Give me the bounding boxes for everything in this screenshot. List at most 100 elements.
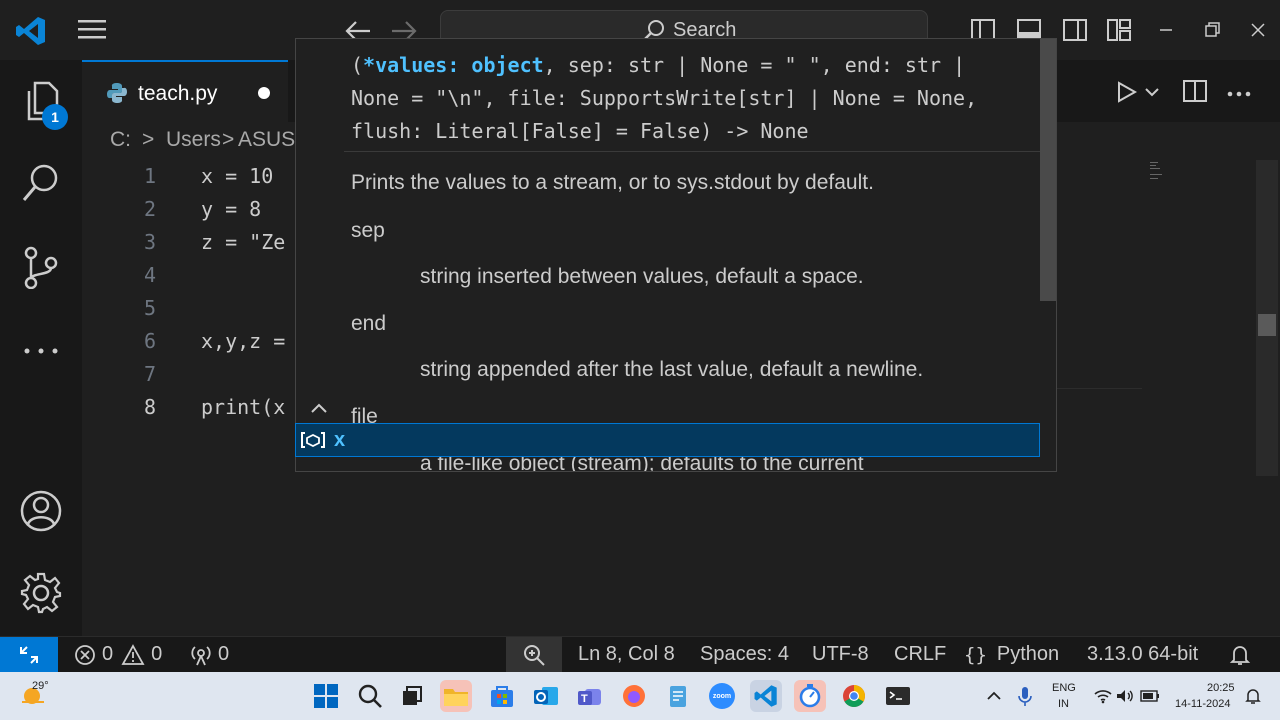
chevron-up-icon[interactable]	[308, 399, 330, 417]
toggle-secondary-sidebar-icon[interactable]	[1062, 18, 1088, 42]
run-python-file-icon[interactable]	[1114, 80, 1138, 104]
doc-description: Prints the values to a stream, or to sys…	[351, 171, 874, 194]
unsaved-dot-icon[interactable]	[258, 87, 270, 99]
line-number: 5	[143, 296, 156, 320]
signature-active-parameter: *values: object	[363, 53, 544, 77]
chrome-icon[interactable]	[838, 680, 870, 712]
line-ending[interactable]: CRLF	[894, 637, 946, 672]
ports-indicator[interactable]: 0	[190, 637, 229, 672]
settings-gear-icon[interactable]	[18, 570, 64, 616]
wifi-icon[interactable]	[1094, 688, 1112, 704]
language-mode[interactable]: {} Python	[964, 637, 1059, 672]
volume-icon[interactable]	[1116, 688, 1134, 704]
file-explorer-icon[interactable]	[440, 680, 472, 712]
more-actions-icon[interactable]	[1226, 86, 1252, 97]
signature-open-paren: (	[351, 53, 364, 77]
restore-icon[interactable]	[1202, 20, 1222, 40]
accounts-icon[interactable]	[18, 488, 64, 534]
vscode-logo-icon	[14, 14, 48, 48]
param-desc-sep: string inserted between values, default …	[420, 265, 864, 288]
breadcrumb-separator: >	[222, 128, 235, 151]
signature-rest: , sep: str | None = " ", end: str |	[543, 53, 966, 77]
vscode-taskbar-icon[interactable]	[750, 680, 782, 712]
split-editor-icon[interactable]	[1182, 78, 1208, 104]
start-windows-icon[interactable]	[310, 680, 342, 712]
battery-icon[interactable]	[1140, 689, 1160, 703]
zoom-indicator[interactable]	[506, 637, 562, 672]
breadcrumb-drive[interactable]: C:	[110, 128, 131, 152]
notifications-bell-icon[interactable]	[1228, 637, 1252, 672]
broadcast-icon	[191, 645, 211, 665]
param-name-end: end	[351, 312, 387, 335]
line-number: 7	[143, 362, 156, 386]
notification-center-icon[interactable]	[1244, 687, 1262, 705]
zoom-in-icon	[524, 644, 545, 666]
run-dropdown-chevron-icon[interactable]	[1144, 84, 1160, 100]
menu-icon[interactable]	[78, 18, 108, 42]
minimize-icon[interactable]	[1156, 22, 1176, 38]
search-view-icon[interactable]	[18, 160, 64, 206]
signature-line-2: None = "\n", file: SupportsWrite[str] | …	[351, 86, 978, 110]
cursor-position[interactable]: Ln 8, Col 8	[578, 637, 675, 672]
input-region: IN	[1058, 698, 1069, 710]
clock-time[interactable]: 20:25	[1207, 682, 1235, 694]
microsoft-store-icon[interactable]	[486, 680, 518, 712]
line-number: 3	[143, 230, 156, 254]
param-name-sep: sep	[351, 219, 385, 242]
task-view-icon[interactable]	[396, 680, 428, 712]
minimap[interactable]	[1148, 160, 1188, 190]
line-number: 1	[143, 164, 156, 188]
code-line[interactable]: x = 10	[201, 164, 273, 188]
remote-indicator[interactable]	[0, 637, 58, 672]
encoding[interactable]: UTF-8	[812, 637, 869, 672]
variable-icon	[300, 430, 326, 450]
code-line[interactable]: y = 8	[201, 197, 261, 221]
more-views-icon[interactable]	[18, 328, 64, 374]
code-line[interactable]: z = "Ze	[201, 230, 285, 254]
customize-layout-icon[interactable]	[1106, 18, 1132, 42]
zoom-app-icon[interactable]: zoom	[706, 680, 738, 712]
suggestion-item[interactable]: x	[295, 423, 1040, 457]
breadcrumb-user[interactable]: ASUS	[238, 128, 295, 152]
python-interpreter[interactable]: 3.13.0 64-bit	[1087, 637, 1198, 672]
problems-indicator[interactable]: 0 0	[74, 637, 162, 672]
python-file-icon	[106, 82, 128, 104]
svg-text:T: T	[581, 693, 588, 705]
code-line-active[interactable]: print(x	[201, 395, 285, 419]
hover-scrollbar-thumb[interactable]	[1040, 39, 1056, 301]
zoom-app-label: zoom	[709, 683, 735, 709]
outlook-icon[interactable]	[530, 680, 562, 712]
ports-count: 0	[218, 643, 230, 665]
source-control-icon[interactable]	[18, 244, 64, 290]
tab-teach-py[interactable]: teach.py	[82, 60, 288, 122]
line-number: 4	[143, 263, 156, 287]
signature-help-widget[interactable]: (*values: object, sep: str | None = " ",…	[295, 38, 1057, 472]
show-hidden-icons-chevron-icon[interactable]	[986, 688, 1002, 704]
notepad-icon[interactable]	[662, 680, 694, 712]
language-label: Python	[996, 643, 1060, 665]
warning-count: 0	[151, 643, 163, 665]
scrollbar-thumb[interactable]	[1258, 314, 1276, 336]
signature-divider	[344, 151, 1044, 152]
firefox-icon[interactable]	[618, 680, 650, 712]
error-icon	[75, 644, 95, 665]
tab-filename: teach.py	[138, 82, 218, 105]
terminal-icon[interactable]	[882, 680, 914, 712]
activity-bar: 1	[0, 60, 82, 636]
explorer-badge: 1	[42, 104, 68, 130]
breadcrumb-users[interactable]: Users	[166, 128, 221, 152]
teams-icon[interactable]: T	[574, 680, 606, 712]
status-bar: 0 0 0 Ln 8, Col 8 Spaces: 4 UTF-8 CRLF {…	[0, 636, 1280, 672]
line-number-active: 8	[143, 395, 156, 419]
code-line[interactable]: x,y,z =	[201, 329, 285, 353]
clock-date: 14-11-2024	[1175, 698, 1231, 710]
microphone-icon[interactable]	[1016, 686, 1034, 708]
line-number: 2	[143, 197, 156, 221]
close-icon[interactable]	[1248, 20, 1268, 40]
warning-icon	[121, 643, 145, 665]
input-language[interactable]: ENG	[1052, 682, 1076, 694]
indentation[interactable]: Spaces: 4	[700, 637, 789, 672]
taskbar-search-icon[interactable]	[354, 680, 386, 712]
signature-text: (*values: object, sep: str | None = " ",…	[351, 49, 977, 148]
stopwatch-app-icon[interactable]	[794, 680, 826, 712]
